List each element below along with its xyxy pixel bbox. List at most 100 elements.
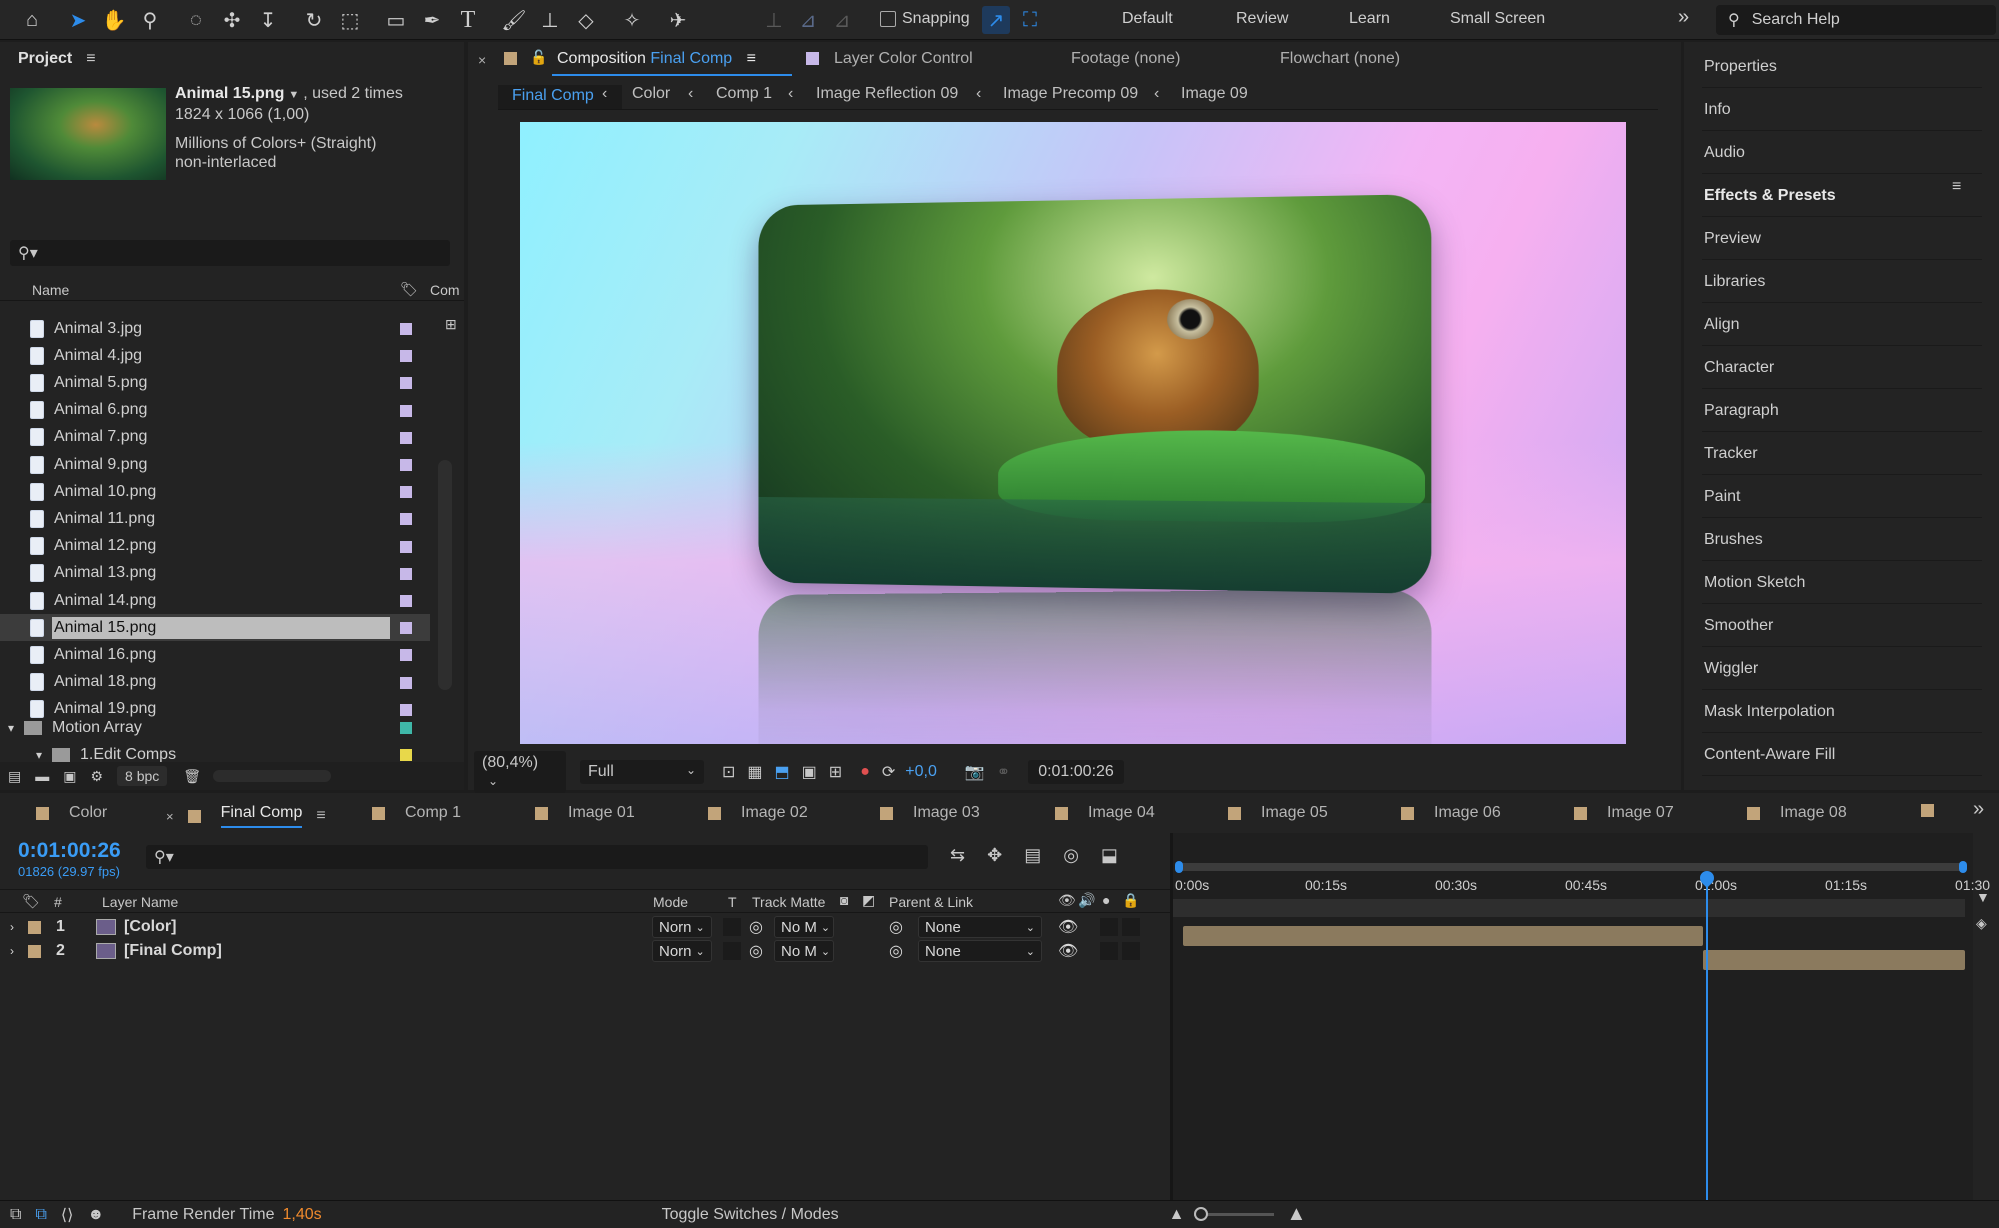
viewer-timecode[interactable]: 0:01:00:26 [1028,760,1124,784]
panel-menu-icon[interactable]: ≡ [1952,178,1961,196]
lock-toggle[interactable] [1122,918,1140,936]
brush-tool-icon[interactable]: 🖌 [500,6,528,34]
playhead[interactable] [1706,873,1708,1200]
parent-pickwhip-icon[interactable]: ◎ [889,917,903,937]
project-item[interactable]: Animal 5.png [0,369,430,396]
project-item[interactable]: Animal 6.png [0,397,430,424]
label-swatch[interactable] [400,486,412,498]
axis-local-icon[interactable]: ⊥ [760,6,788,34]
project-item[interactable]: Animal 13.png [0,560,430,587]
selection-tool-icon[interactable]: ➤ [64,6,92,34]
work-area-start-handle[interactable] [1175,861,1183,873]
transfer-controls-icon[interactable]: ⧉ [35,1206,46,1224]
reset-exposure-icon[interactable]: ⟳ [882,762,895,782]
render-time-icon[interactable]: ☻ [87,1206,104,1224]
new-composition-icon[interactable]: ▣ [63,768,76,785]
timeline-zoom-slider[interactable] [1194,1213,1274,1216]
timeline-search-input[interactable]: ⚲▾ [146,845,928,869]
matte-pickwhip-icon[interactable]: ◎ [749,941,763,961]
time-graph[interactable]: 0:00s 00:15s 00:30s 00:45s 01:00s 01:15s 01:30 [1173,833,1973,1200]
zoom-in-icon[interactable]: ▲ [1286,1203,1306,1226]
panel-mask-interpolation[interactable]: Mask Interpolation [1702,691,1982,733]
lock-column-icon[interactable]: 🔒 [1122,892,1139,909]
timeline-tab-image-06[interactable]: Image 06 [1401,804,1501,822]
layer-switches-icon[interactable]: ⧉ [10,1206,21,1224]
column-t[interactable]: T [728,894,737,910]
frame-blending-icon[interactable]: ▤ [1024,845,1041,866]
snapping-toggle[interactable]: Snapping [880,10,970,28]
panel-wiggler[interactable]: Wiggler [1702,648,1982,690]
layer-label-swatch[interactable] [28,945,41,958]
label-column-icon[interactable]: 🏷 [400,281,418,298]
trash-icon[interactable]: 🗑 [183,768,201,785]
column-name[interactable]: Name [32,282,69,298]
guides-grid-icon[interactable]: ⊞ [829,762,842,782]
close-icon[interactable]: × [478,52,486,68]
show-snapshot-icon[interactable]: ⚭ [997,762,1010,782]
column-mode[interactable]: Mode [653,894,688,910]
project-item[interactable]: Animal 14.png [0,587,430,614]
panel-menu-icon[interactable]: ≡ [86,50,95,68]
solo-toggle[interactable] [1100,918,1118,936]
matte-pickwhip-icon[interactable]: ◎ [749,917,763,937]
panel-content-aware-fill[interactable]: Content-Aware Fill [1702,734,1982,776]
breadcrumb-image-reflection[interactable]: Image Reflection 09 [816,85,958,103]
parent-dropdown[interactable]: None ⌄ [918,916,1042,938]
label-swatch[interactable] [400,350,412,362]
comp-flowchart-icon[interactable]: ⇆ [950,845,965,866]
exposure-value[interactable]: +0,0 [905,763,937,781]
region-of-interest-icon[interactable]: ⬒ [775,762,790,782]
column-parent-link[interactable]: Parent & Link [889,894,973,910]
project-item[interactable]: Animal 7.png [0,424,430,451]
timeline-tab-comp-1[interactable]: Comp 1 [372,804,461,822]
home-icon[interactable]: ⌂ [18,6,46,34]
motion-blur-icon[interactable]: ◎ [1063,845,1079,866]
eraser-tool-icon[interactable]: ◇ [572,6,600,34]
breadcrumb-image-precomp[interactable]: Image Precomp 09 [1003,85,1138,103]
toggle-switches-button[interactable]: Toggle Switches / Modes [662,1206,839,1224]
timeline-tab-image-02[interactable]: Image 02 [708,804,808,822]
type-tool-icon[interactable]: T [454,6,482,34]
panel-motion-sketch[interactable]: Motion Sketch [1702,562,1982,604]
orbit-camera-icon[interactable]: ◌ [182,6,210,34]
label-swatch[interactable] [400,568,412,580]
label-swatch[interactable] [400,649,412,661]
hand-tool-icon[interactable]: ✋ [100,6,128,34]
column-number[interactable]: # [54,894,62,910]
search-help-field[interactable]: ⚲ Search Help [1716,5,1996,35]
pen-tool-icon[interactable]: ✒ [418,6,446,34]
timeline-tab-image-07[interactable]: Image 07 [1574,804,1674,822]
workspace-small-screen[interactable]: Small Screen [1450,10,1545,28]
mask-visibility-icon[interactable]: ▣ [802,762,817,782]
panel-menu-icon[interactable]: ≡ [316,807,325,825]
project-scrollbar[interactable] [438,460,452,690]
chevron-right-icon[interactable]: › [10,920,14,934]
draft-3d-icon[interactable]: ✥ [987,845,1002,866]
column-comment[interactable]: Com [430,282,460,298]
zoom-out-icon[interactable]: ▲ [1169,1206,1185,1224]
project-item[interactable]: Animal 4.jpg [0,342,430,369]
color-channels-icon[interactable]: ● [860,763,870,781]
column-track-matte[interactable]: Track Matte [752,894,825,910]
tab-layer[interactable]: Layer Color Control [834,50,973,68]
work-area-bar[interactable] [1175,863,1967,871]
layer-mode-dropdown[interactable]: Norn ⌄ [652,940,712,962]
timeline-current-time[interactable]: 0:01:00:26 [18,839,121,863]
comp-marker-bin-icon[interactable]: ▼ [1976,889,1990,905]
project-item[interactable]: Animal 11.png [0,505,430,532]
time-navigator[interactable] [1173,899,1965,917]
lock-icon[interactable]: 🔓 [530,49,547,66]
graph-editor-icon[interactable]: ⬓ [1101,845,1118,866]
column-layer-name[interactable]: Layer Name [102,894,178,910]
label-swatch[interactable] [400,432,412,444]
panel-menu-icon[interactable]: ≡ [747,50,756,67]
project-item[interactable]: Animal 3.jpg [0,315,430,342]
resolution-dropdown[interactable]: Full ⌄ [580,760,704,784]
project-item[interactable]: Animal 10.png [0,478,430,505]
timeline-tab-final-comp[interactable]: × Final Comp ≡ [166,804,326,828]
in-out-icon[interactable]: ⟨⟩ [61,1205,73,1225]
breadcrumb-image-09[interactable]: Image 09 [1181,85,1248,103]
project-item[interactable]: Animal 16.png [0,641,430,668]
folder-row-motion-array[interactable]: ▾ Motion Array [0,714,430,741]
label-swatch[interactable] [400,323,412,335]
